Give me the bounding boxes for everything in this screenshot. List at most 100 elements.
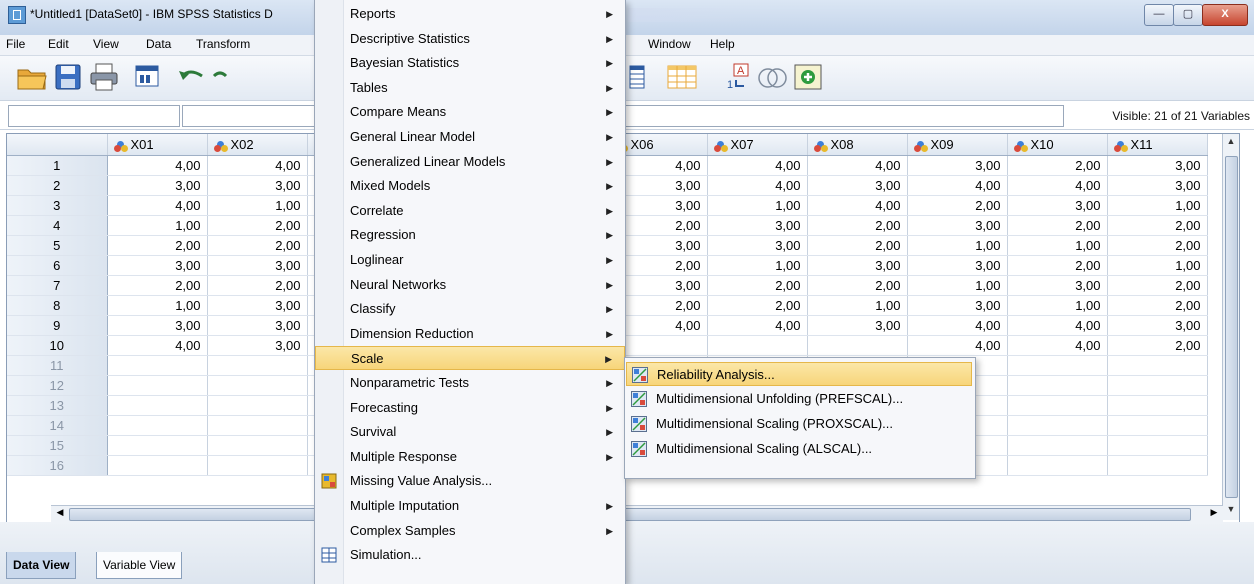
row-number[interactable]: 4 [7, 215, 108, 236]
data-cell[interactable] [207, 395, 308, 416]
data-cell[interactable]: 4,00 [907, 175, 1008, 196]
data-cell[interactable]: 1,00 [1107, 195, 1208, 216]
row-number[interactable]: 15 [7, 435, 108, 456]
data-cell[interactable] [1007, 395, 1108, 416]
data-cell[interactable]: 2,00 [1007, 255, 1108, 276]
menu-item-nonparametric-tests[interactable]: Nonparametric Tests ▶ [315, 371, 625, 395]
horizontal-scroll-thumb[interactable] [69, 508, 1191, 521]
data-cell[interactable]: 4,00 [707, 155, 808, 176]
menu-file[interactable]: File [6, 37, 25, 51]
data-cell[interactable]: 2,00 [1107, 335, 1208, 356]
menu-item-general-linear-model[interactable]: General Linear Model ▶ [315, 125, 625, 149]
data-cell[interactable] [107, 355, 208, 376]
column-header[interactable]: X11 [1107, 134, 1208, 156]
data-cell[interactable]: 2,00 [207, 215, 308, 236]
data-cell[interactable]: 2,00 [1107, 295, 1208, 316]
data-cell[interactable] [1107, 375, 1208, 396]
data-cell[interactable]: 3,00 [807, 255, 908, 276]
data-cell[interactable]: 4,00 [207, 155, 308, 176]
data-cell[interactable]: 3,00 [707, 215, 808, 236]
data-cell[interactable]: 2,00 [707, 295, 808, 316]
data-cell[interactable]: 4,00 [907, 315, 1008, 336]
print-icon[interactable] [88, 62, 120, 92]
data-cell[interactable]: 3,00 [807, 315, 908, 336]
custom-dialog-icon[interactable] [792, 62, 824, 92]
redo-icon[interactable] [212, 62, 228, 92]
column-header[interactable]: X02 [207, 134, 308, 156]
data-cell[interactable]: 4,00 [807, 195, 908, 216]
data-cell[interactable]: 1,00 [707, 195, 808, 216]
data-cell[interactable] [1107, 455, 1208, 476]
data-cell[interactable] [107, 395, 208, 416]
data-cell[interactable]: 4,00 [1007, 315, 1108, 336]
close-button[interactable]: X [1202, 4, 1248, 26]
row-number[interactable]: 2 [7, 175, 108, 196]
menu-item-forecasting[interactable]: Forecasting ▶ [315, 396, 625, 420]
submenu-item-multidimensional-scaling-alscal[interactable]: Multidimensional Scaling (ALSCAL)... [626, 437, 972, 461]
row-number[interactable]: 9 [7, 315, 108, 336]
data-cell[interactable] [1107, 435, 1208, 456]
dialog-recall-icon[interactable] [132, 62, 164, 92]
data-cell[interactable] [1007, 375, 1108, 396]
data-cell[interactable] [807, 335, 908, 356]
menu-item-mixed-models[interactable]: Mixed Models ▶ [315, 174, 625, 198]
data-cell[interactable]: 2,00 [1107, 235, 1208, 256]
row-number[interactable]: 5 [7, 235, 108, 256]
data-cell[interactable]: 2,00 [207, 275, 308, 296]
select-cases-icon[interactable] [666, 62, 698, 92]
data-cell[interactable] [707, 335, 808, 356]
menu-item-loglinear[interactable]: Loglinear ▶ [315, 248, 625, 272]
scroll-left-icon[interactable]: ◀ [53, 507, 67, 518]
row-number[interactable]: 1 [7, 155, 108, 176]
menu-item-neural-networks[interactable]: Neural Networks ▶ [315, 273, 625, 297]
data-cell[interactable]: 2,00 [1107, 215, 1208, 236]
data-cell[interactable] [1007, 415, 1108, 436]
open-folder-icon[interactable] [16, 62, 48, 92]
data-cell[interactable]: 3,00 [207, 175, 308, 196]
data-cell[interactable]: 1,00 [107, 295, 208, 316]
data-cell[interactable]: 2,00 [707, 275, 808, 296]
menu-item-classify[interactable]: Classify ▶ [315, 297, 625, 321]
data-cell[interactable]: 1,00 [807, 295, 908, 316]
data-cell[interactable]: 3,00 [907, 155, 1008, 176]
maximize-button[interactable]: ▢ [1173, 4, 1203, 26]
data-cell[interactable]: 1,00 [907, 235, 1008, 256]
data-cell[interactable]: 3,00 [1107, 315, 1208, 336]
data-cell[interactable]: 2,00 [807, 235, 908, 256]
menu-item-simulation[interactable]: Simulation... [315, 543, 625, 567]
row-number[interactable]: 8 [7, 295, 108, 316]
data-cell[interactable] [107, 435, 208, 456]
data-cell[interactable]: 1,00 [707, 255, 808, 276]
menu-item-complex-samples[interactable]: Complex Samples ▶ [315, 519, 625, 543]
data-cell[interactable] [207, 435, 308, 456]
data-cell[interactable]: 3,00 [907, 295, 1008, 316]
data-cell[interactable]: 3,00 [807, 175, 908, 196]
cell-reference-box[interactable] [8, 105, 180, 127]
vertical-scroll-thumb[interactable] [1225, 156, 1238, 498]
row-number[interactable]: 13 [7, 395, 108, 416]
data-cell[interactable]: 3,00 [207, 255, 308, 276]
data-cell[interactable] [107, 415, 208, 436]
row-number[interactable]: 11 [7, 355, 108, 376]
menu-item-reports[interactable]: Reports ▶ [315, 2, 625, 26]
data-cell[interactable] [207, 355, 308, 376]
data-cell[interactable]: 2,00 [1107, 275, 1208, 296]
menu-item-generalized-linear-models[interactable]: Generalized Linear Models ▶ [315, 150, 625, 174]
data-cell[interactable]: 3,00 [207, 335, 308, 356]
menu-window[interactable]: Window [648, 37, 691, 51]
data-cell[interactable]: 4,00 [107, 335, 208, 356]
row-number[interactable]: 12 [7, 375, 108, 396]
menu-item-tables[interactable]: Tables ▶ [315, 76, 625, 100]
data-cell[interactable]: 3,00 [707, 235, 808, 256]
data-cell[interactable] [1107, 415, 1208, 436]
data-cell[interactable]: 4,00 [807, 155, 908, 176]
horizontal-scrollbar[interactable]: ◀ ▶ [51, 505, 1223, 522]
data-cell[interactable]: 2,00 [907, 195, 1008, 216]
data-cell[interactable]: 1,00 [1007, 235, 1108, 256]
grid-corner-cell[interactable] [7, 134, 108, 156]
data-cell[interactable]: 3,00 [1007, 195, 1108, 216]
data-cell[interactable] [1007, 455, 1108, 476]
data-cell[interactable] [207, 415, 308, 436]
data-cell[interactable]: 3,00 [107, 255, 208, 276]
data-cell[interactable]: 1,00 [107, 215, 208, 236]
